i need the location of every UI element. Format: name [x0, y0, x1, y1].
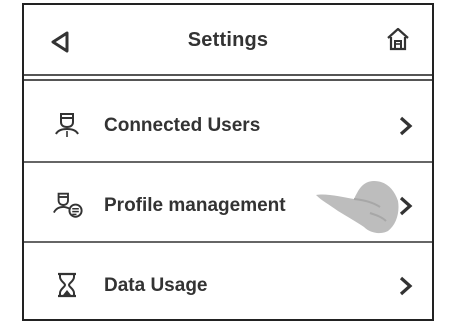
- menu-item-label: Data Usage: [104, 275, 208, 296]
- menu-item-label: Profile management: [104, 195, 286, 216]
- menu-item-label: Connected Users: [104, 115, 261, 136]
- settings-panel: Settings Connected Users Profile managem…: [22, 3, 434, 321]
- menu-item-connected-users[interactable]: Connected Users: [24, 85, 432, 165]
- chevron-right-icon: [399, 276, 413, 296]
- home-icon[interactable]: [386, 27, 410, 51]
- header-divider: [24, 74, 432, 81]
- user-icon: [55, 113, 79, 137]
- user-profile-icon: [53, 192, 83, 218]
- row-divider: [24, 161, 432, 163]
- chevron-right-icon: [399, 116, 413, 136]
- page-title: Settings: [187, 29, 269, 51]
- header-bar: Settings: [24, 5, 432, 75]
- menu-item-data-usage[interactable]: Data Usage: [24, 245, 432, 325]
- hourglass-icon: [58, 272, 76, 298]
- row-divider: [24, 241, 432, 243]
- pointing-hand-icon: [316, 181, 399, 234]
